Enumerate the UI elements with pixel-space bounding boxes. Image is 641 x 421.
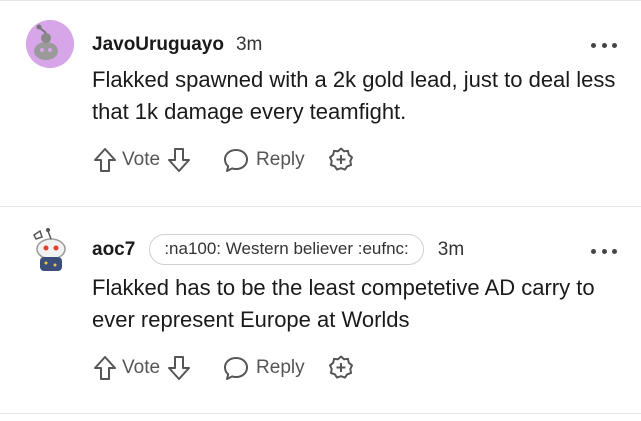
- speech-bubble-icon: [224, 149, 249, 172]
- more-options-button[interactable]: [591, 247, 617, 255]
- arrow-up-icon: [94, 356, 116, 380]
- more-dot: [601, 248, 607, 254]
- username[interactable]: JavoUruguayo: [92, 34, 224, 56]
- plus-circle-icon: [328, 355, 353, 379]
- comment-actions: Vote Reply: [92, 351, 355, 385]
- comment-text: Flakked has to be the least competetive …: [92, 275, 595, 332]
- downvote-button[interactable]: [166, 146, 192, 174]
- arrow-down-icon: [168, 148, 191, 172]
- upvote-button[interactable]: [92, 354, 118, 382]
- comment-2: aoc7 :na100: Western believer :eufnc: 3m…: [0, 207, 641, 412]
- comment-actions: Vote Reply: [92, 143, 355, 177]
- award-button[interactable]: [327, 146, 355, 174]
- user-flair: :na100: Western believer :eufnc:: [149, 234, 424, 265]
- upvote-button[interactable]: [92, 146, 118, 174]
- more-dot: [612, 42, 617, 48]
- avatar[interactable]: [26, 20, 74, 68]
- arrow-up-icon: [94, 148, 116, 172]
- reply-label: Reply: [256, 357, 305, 378]
- more-dot: [612, 248, 617, 254]
- vote-group: Vote: [92, 354, 192, 382]
- vote-group: Vote: [92, 146, 192, 174]
- speech-bubble-icon: [224, 357, 249, 380]
- award-button[interactable]: [327, 354, 355, 382]
- comment-text: Flakked spawned with a 2k gold lead, jus…: [92, 67, 616, 124]
- timestamp: 3m: [235, 34, 263, 55]
- more-dot: [601, 42, 607, 48]
- reply-button[interactable]: Reply: [222, 146, 305, 174]
- avatar[interactable]: [26, 225, 74, 273]
- downvote-button[interactable]: [166, 354, 192, 382]
- plus-circle-icon: [328, 147, 353, 171]
- vote-label: Vote: [122, 149, 161, 170]
- more-dots-icon: [591, 42, 596, 48]
- more-options-button[interactable]: [591, 41, 617, 49]
- comment-header: aoc7 :na100: Western believer :eufnc: 3m: [92, 234, 464, 265]
- vote-label: Vote: [122, 357, 161, 378]
- more-dots-icon: [591, 248, 596, 254]
- username[interactable]: aoc7: [92, 239, 135, 261]
- divider-bottom: [0, 413, 641, 414]
- timestamp: 3m: [437, 238, 465, 260]
- snoo-avatar-icon: [26, 20, 74, 68]
- reply-button[interactable]: Reply: [222, 354, 305, 382]
- comment-header: JavoUruguayo 3m: [92, 34, 262, 56]
- reply-label: Reply: [256, 149, 305, 170]
- snoo-avatar-icon: [26, 225, 74, 273]
- comment-1: JavoUruguayo 3m Flakked spawned with a 2…: [0, 0, 641, 205]
- arrow-down-icon: [168, 356, 191, 380]
